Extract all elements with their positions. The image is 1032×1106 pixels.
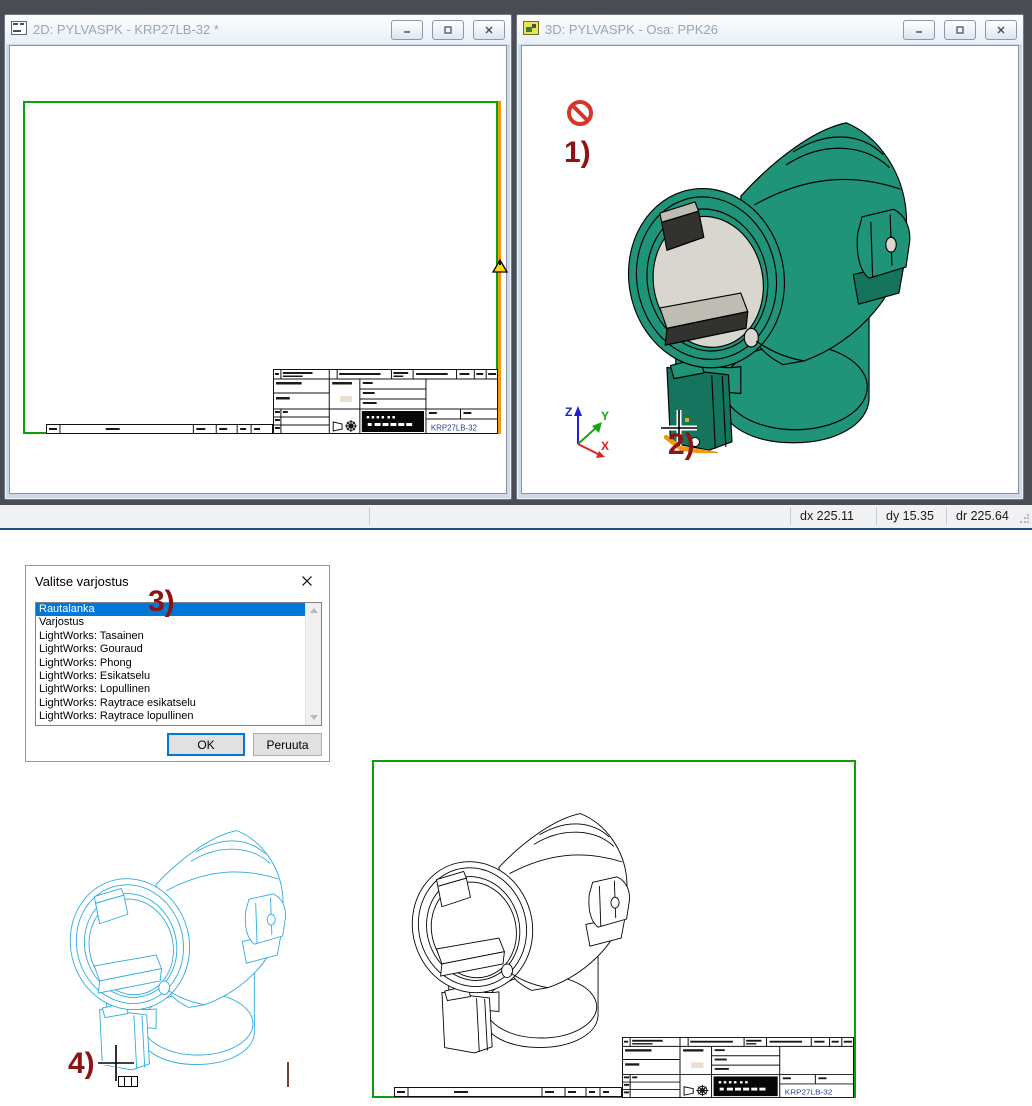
step-annotation-3: 3) bbox=[148, 587, 175, 617]
statusbar-separator bbox=[876, 507, 877, 525]
close-icon bbox=[301, 575, 313, 587]
revision-strip bbox=[394, 1087, 622, 1097]
prohibition-icon bbox=[565, 98, 595, 128]
close-button[interactable] bbox=[473, 20, 505, 40]
step-annotation-2: 2) bbox=[668, 430, 695, 460]
resize-grip[interactable] bbox=[1019, 514, 1029, 524]
listbox-item[interactable]: LightWorks: Esikatselu bbox=[36, 670, 321, 683]
cancel-button[interactable]: Peruuta bbox=[253, 733, 322, 756]
minimize-button[interactable] bbox=[391, 20, 423, 40]
tutorial-screenshot: KRP27LB-32 bbox=[0, 0, 1032, 1106]
shading-dialog: Valitse varjostus Rautalanka Varjostus L… bbox=[25, 565, 330, 762]
title-block bbox=[273, 369, 498, 434]
restore-button[interactable] bbox=[944, 20, 976, 40]
part-wireframe-preview bbox=[66, 800, 288, 1072]
listbox-item[interactable]: LightWorks: Phong bbox=[36, 657, 321, 670]
part-drawing-view bbox=[408, 783, 632, 1055]
status-dx: dx 225.11 bbox=[800, 509, 854, 523]
close-button[interactable] bbox=[985, 20, 1017, 40]
shading-listbox[interactable]: Rautalanka Varjostus LightWorks: Tasaine… bbox=[35, 602, 322, 726]
3d-window-icon bbox=[523, 21, 539, 38]
placement-edge-line bbox=[287, 1062, 289, 1087]
ok-button[interactable]: OK bbox=[167, 733, 245, 756]
scroll-up-arrow[interactable] bbox=[306, 603, 321, 618]
axis-z-label: Z bbox=[565, 405, 572, 419]
window-3d: 3D: PYLVASPK - Osa: PPK26 1) bbox=[516, 14, 1024, 500]
axis-y-label: Y bbox=[601, 409, 609, 423]
window-2d: 2D: PYLVASPK - KRP27LB-32 * bbox=[4, 14, 512, 500]
listbox-item[interactable]: LightWorks: Raytrace esikatselu bbox=[36, 697, 321, 710]
dialog-title: Valitse varjostus bbox=[35, 574, 129, 589]
status-dr: dr 225.64 bbox=[956, 509, 1009, 523]
snap-point-dot bbox=[685, 418, 689, 422]
step-annotation-4: 4) bbox=[68, 1049, 95, 1079]
dialog-titlebar[interactable]: Valitse varjostus bbox=[26, 566, 329, 596]
step-annotation-1: 1) bbox=[564, 138, 591, 168]
listbox-item[interactable]: Rautalanka bbox=[36, 603, 321, 616]
title-block bbox=[622, 1037, 854, 1098]
listbox-item[interactable]: LightWorks: Lopullinen bbox=[36, 683, 321, 696]
dialog-close-button[interactable] bbox=[285, 566, 329, 595]
2d-window-icon bbox=[11, 21, 27, 38]
statusbar-separator bbox=[369, 507, 370, 525]
result-drawing-sheet bbox=[372, 760, 856, 1098]
3d-viewport[interactable]: 1) Z Y X 2) bbox=[521, 45, 1019, 494]
page-background: Valitse varjostus Rautalanka Varjostus L… bbox=[0, 530, 1032, 1106]
axes-triad-icon: Z Y X bbox=[558, 402, 612, 462]
status-bar: dx 225.11 dy 15.35 dr 225.64 bbox=[0, 505, 1032, 530]
window-2d-title: 2D: PYLVASPK - KRP27LB-32 * bbox=[33, 22, 382, 37]
axis-x-label: X bbox=[601, 439, 609, 453]
listbox-scrollbar[interactable] bbox=[305, 603, 321, 725]
listbox-item[interactable]: LightWorks: Raytrace lopullinen bbox=[36, 710, 321, 723]
status-dy: dy 15.35 bbox=[886, 509, 934, 523]
part-model-3d[interactable] bbox=[623, 81, 913, 453]
window-3d-title: 3D: PYLVASPK - Osa: PPK26 bbox=[545, 22, 894, 37]
2d-drawing-canvas[interactable] bbox=[9, 45, 507, 494]
scroll-down-arrow[interactable] bbox=[306, 710, 321, 725]
cad-mdi-area: 2D: PYLVASPK - KRP27LB-32 * bbox=[0, 0, 1032, 505]
listbox-item[interactable]: LightWorks: Tasainen bbox=[36, 630, 321, 643]
statusbar-separator bbox=[946, 507, 947, 525]
window-2d-titlebar[interactable]: 2D: PYLVASPK - KRP27LB-32 * bbox=[5, 15, 511, 44]
cursor-table-icon bbox=[118, 1076, 138, 1087]
statusbar-separator bbox=[790, 507, 791, 525]
minimize-button[interactable] bbox=[903, 20, 935, 40]
restore-button[interactable] bbox=[432, 20, 464, 40]
edge-grip-triangle-icon[interactable] bbox=[492, 259, 508, 273]
window-3d-titlebar[interactable]: 3D: PYLVASPK - Osa: PPK26 bbox=[517, 15, 1023, 44]
listbox-item[interactable]: LightWorks: Gouraud bbox=[36, 643, 321, 656]
revision-strip bbox=[46, 424, 273, 434]
listbox-item[interactable]: Varjostus bbox=[36, 616, 321, 629]
